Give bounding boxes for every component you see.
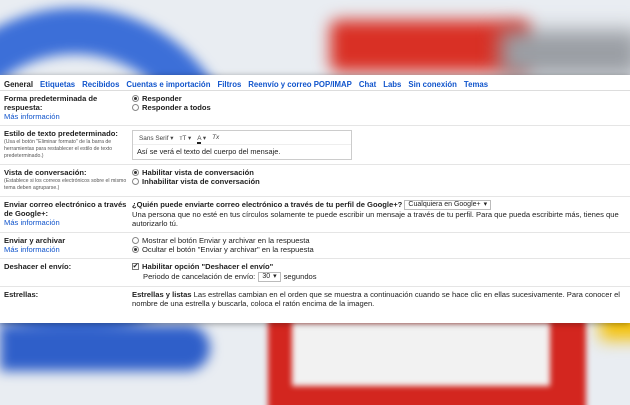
font-family-menu[interactable]: Sans Serif ▾ <box>139 134 173 142</box>
tab-offline[interactable]: Sin conexión <box>408 80 457 89</box>
stars-description: Estrellas y listas Las estrellas cambian… <box>132 290 626 308</box>
text-color-icon: A <box>197 134 202 144</box>
setting-label: Enviar correo electrónico a través de Go… <box>4 200 127 218</box>
setting-hint: (Establece si los correos electrónicos s… <box>4 178 127 191</box>
option-label: Inhabilitar vista de conversación <box>142 177 260 186</box>
chevron-down-icon: ▾ <box>170 134 174 142</box>
setting-row-send-archive: Enviar y archivar Más información Mostra… <box>0 233 630 259</box>
more-info-link[interactable]: Más información <box>4 112 128 121</box>
chevron-down-icon: ▾ <box>187 134 192 142</box>
text-style-editor: Sans Serif ▾ ᴛT ▾ A ▾ Tx Así se verá el … <box>132 130 352 160</box>
undo-send-option[interactable]: ✔ Habilitar opción "Deshacer el envío" <box>132 262 626 271</box>
conversation-off-option[interactable]: Inhabilitar vista de conversación <box>132 177 626 186</box>
font-size-menu[interactable]: ᴛT ▾ <box>179 134 191 142</box>
show-send-archive-option[interactable]: Mostrar el botón Enviar y archivar en la… <box>132 236 626 245</box>
setting-label: Estilo de texto predeterminado: <box>4 129 118 138</box>
chevron-down-icon: ▾ <box>483 201 488 208</box>
setting-row-text-style: Estilo de texto predeterminado: (Usa el … <box>0 126 630 165</box>
option-label: Mostrar el botón Enviar y archivar en la… <box>142 236 310 245</box>
more-info-link[interactable]: Más información <box>4 245 128 254</box>
tab-themes[interactable]: Temas <box>464 80 488 89</box>
blue-shape-decoration <box>0 325 210 371</box>
tab-filters[interactable]: Filtros <box>217 80 241 89</box>
text-color-menu[interactable]: A ▾ <box>197 134 207 144</box>
google-plus-select[interactable]: Cualquiera en Google+ ▾ <box>404 200 492 210</box>
cancel-period: Periodo de cancelación de envío: 30 ▾ se… <box>143 272 626 282</box>
period-label: Periodo de cancelación de envío: <box>143 272 256 281</box>
setting-row-reply: Forma predeterminada de respuesta: Más i… <box>0 91 630 126</box>
google-plus-question: ¿Quién puede enviarte correo electrónico… <box>132 200 626 210</box>
chevron-down-icon: ▾ <box>202 134 207 142</box>
setting-row-stars: Estrellas: Estrellas y listas Las estrel… <box>0 287 630 312</box>
checkbox[interactable]: ✔ <box>132 263 139 270</box>
remove-formatting-icon[interactable]: Tx <box>212 134 219 141</box>
tab-accounts[interactable]: Cuentas e importación <box>126 80 210 89</box>
tab-labs[interactable]: Labs <box>383 80 401 89</box>
gray-shape-decoration <box>500 30 630 76</box>
tab-chat[interactable]: Chat <box>359 80 376 89</box>
option-label: Ocultar el botón "Enviar y archivar" en … <box>142 245 314 254</box>
tab-forwarding[interactable]: Reenvío y correo POP/IMAP <box>248 80 352 89</box>
stars-text: Las estrellas cambian en el orden que se… <box>132 290 620 308</box>
setting-row-undo-send: Deshacer el envío: ✔ Habilitar opción "D… <box>0 259 630 287</box>
tab-inbox[interactable]: Recibidos <box>82 80 119 89</box>
stars-title: Estrellas y listas <box>132 290 192 299</box>
radio-button[interactable] <box>132 237 139 244</box>
option-label: Habilitar opción "Deshacer el envío" <box>142 262 274 271</box>
period-select[interactable]: 30 ▾ <box>258 272 281 282</box>
setting-row-google-plus: Enviar correo electrónico a través de Go… <box>0 197 630 233</box>
text-size-icon: ᴛT <box>179 134 187 142</box>
radio-button[interactable] <box>132 169 139 176</box>
chevron-down-icon: ▾ <box>273 273 277 280</box>
option-label: Responder <box>142 94 182 103</box>
setting-label: Deshacer el envío: <box>4 262 72 271</box>
setting-hint: (Usa el botón "Eliminar formato" de la b… <box>4 139 113 159</box>
reply-option[interactable]: Responder <box>132 94 626 103</box>
radio-button[interactable] <box>132 178 139 185</box>
radio-button[interactable] <box>132 95 139 102</box>
envelope-inner-decoration <box>292 322 550 386</box>
tab-labels[interactable]: Etiquetas <box>40 80 75 89</box>
radio-button[interactable] <box>132 246 139 253</box>
setting-label: Vista de conversación: <box>4 168 87 177</box>
setting-row-conversation: Vista de conversación: (Establece si los… <box>0 165 630 197</box>
hide-send-archive-option[interactable]: Ocultar el botón "Enviar y archivar" en … <box>132 245 626 254</box>
setting-label: Forma predeterminada de respuesta: <box>4 94 98 112</box>
conversation-on-option[interactable]: Habilitar vista de conversación <box>132 168 626 177</box>
radio-button[interactable] <box>132 104 139 111</box>
setting-label: Estrellas: <box>4 290 39 299</box>
setting-label: Enviar y archivar <box>4 236 66 245</box>
settings-panel: General Etiquetas Recibidos Cuentas e im… <box>0 75 630 323</box>
settings-tabs: General Etiquetas Recibidos Cuentas e im… <box>0 75 630 91</box>
google-plus-description: Una persona que no esté en tus círculos … <box>132 210 619 228</box>
reply-all-option[interactable]: Responder a todos <box>132 103 626 112</box>
text-style-sample[interactable]: Así se verá el texto del cuerpo del mens… <box>133 145 351 159</box>
more-info-link[interactable]: Más información <box>4 218 128 227</box>
option-label: Habilitar vista de conversación <box>142 168 254 177</box>
tab-general[interactable]: General <box>4 80 33 89</box>
period-unit: segundos <box>283 272 317 281</box>
option-label: Responder a todos <box>142 103 211 112</box>
format-toolbar: Sans Serif ▾ ᴛT ▾ A ▾ Tx <box>133 131 351 145</box>
